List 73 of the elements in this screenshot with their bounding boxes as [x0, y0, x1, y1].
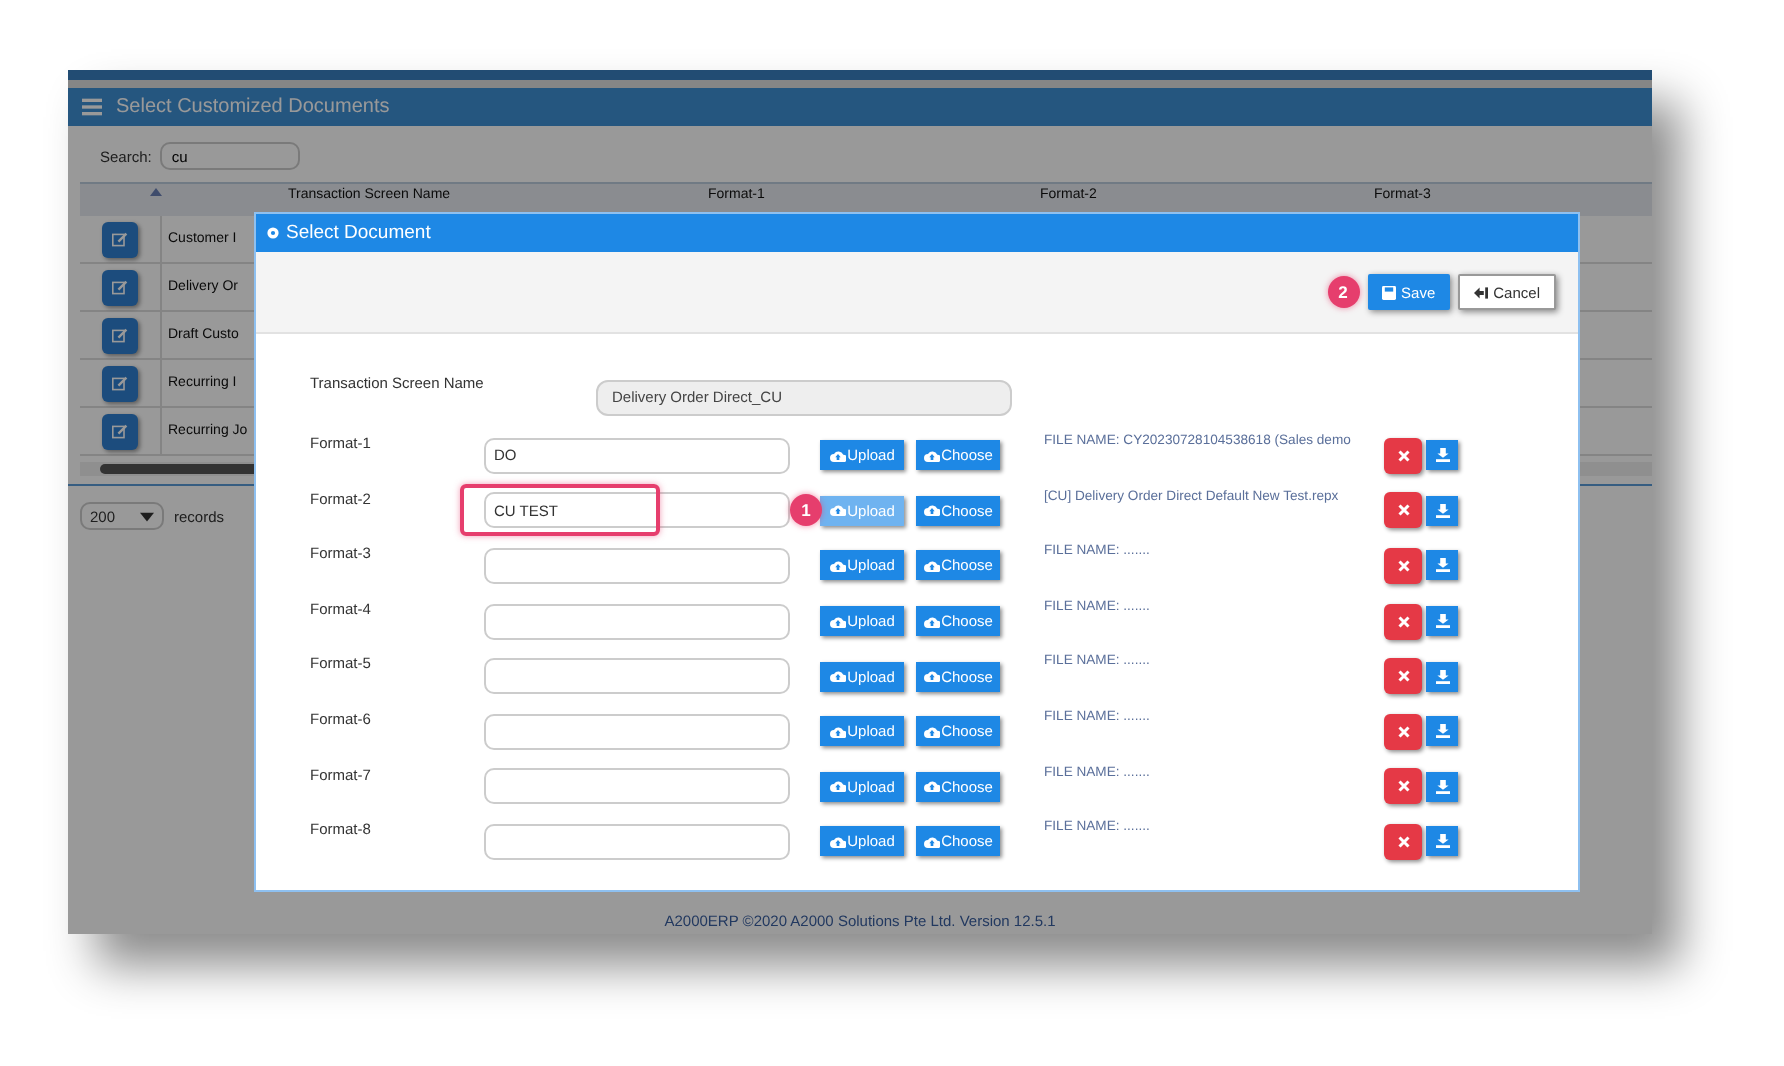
- cloud-upload-icon: [923, 615, 940, 628]
- format-field[interactable]: [484, 823, 790, 860]
- edit-icon: [112, 375, 128, 391]
- delete-button[interactable]: [1384, 823, 1422, 860]
- edit-button[interactable]: [102, 269, 138, 305]
- step-marker: 1: [790, 494, 822, 527]
- edit-icon: [112, 231, 128, 247]
- close-icon: [1397, 835, 1409, 848]
- close-icon: [1397, 780, 1409, 793]
- download-button[interactable]: [1426, 495, 1458, 526]
- delete-button[interactable]: [1384, 658, 1422, 695]
- close-icon: [1397, 449, 1409, 462]
- download-icon: [1435, 614, 1449, 629]
- page-title: Select Customized Documents: [116, 96, 390, 118]
- cloud-upload-icon: [829, 780, 846, 793]
- edit-button[interactable]: [102, 413, 138, 449]
- delete-button[interactable]: [1384, 603, 1422, 640]
- cloud-upload-icon: [923, 449, 940, 462]
- cloud-upload-icon: [923, 670, 940, 683]
- edit-icon: [112, 423, 128, 439]
- download-icon: [1435, 834, 1449, 849]
- step-marker: 2: [1327, 276, 1360, 308]
- download-icon: [1435, 558, 1449, 573]
- format-field[interactable]: [484, 768, 790, 805]
- download-button[interactable]: [1426, 440, 1458, 471]
- edit-button[interactable]: [102, 317, 138, 353]
- edit-icon: [112, 327, 128, 343]
- download-button[interactable]: [1426, 826, 1458, 857]
- cloud-upload-icon: [829, 615, 846, 628]
- cloud-upload-icon: [923, 504, 940, 517]
- dialog-title: Select Document: [286, 222, 431, 244]
- save-icon: [1381, 285, 1396, 299]
- sort-icon[interactable]: [149, 188, 161, 196]
- close-icon: [1397, 670, 1409, 683]
- format-field[interactable]: [484, 713, 790, 750]
- cloud-upload-icon: [829, 559, 846, 572]
- download-icon: [1435, 779, 1449, 794]
- cloud-upload-icon: [829, 504, 846, 517]
- delete-button[interactable]: [1384, 437, 1422, 474]
- download-button[interactable]: [1426, 606, 1458, 637]
- cloud-upload-icon: [923, 559, 940, 572]
- delete-button[interactable]: [1384, 713, 1422, 750]
- menu-icon[interactable]: [82, 98, 102, 116]
- exit-icon: [1473, 285, 1488, 299]
- download-icon: [1435, 448, 1449, 463]
- download-icon: [1435, 669, 1449, 684]
- cloud-upload-icon: [923, 835, 940, 848]
- download-icon: [1435, 724, 1449, 739]
- delete-button[interactable]: [1384, 547, 1422, 584]
- format-field[interactable]: [484, 547, 790, 584]
- download-button[interactable]: [1426, 661, 1458, 692]
- format-field[interactable]: [484, 658, 790, 695]
- cloud-upload-icon: [923, 725, 940, 738]
- caret-icon: [140, 511, 154, 521]
- delete-button[interactable]: [1384, 768, 1422, 805]
- format-field[interactable]: [484, 603, 790, 640]
- download-icon: [1435, 503, 1449, 518]
- download-button[interactable]: [1426, 716, 1458, 747]
- cloud-upload-icon: [829, 449, 846, 462]
- download-button[interactable]: [1426, 550, 1458, 581]
- download-button[interactable]: [1426, 771, 1458, 802]
- delete-button[interactable]: [1384, 492, 1422, 529]
- close-icon: [1397, 725, 1409, 738]
- edit-icon: [112, 279, 128, 295]
- close-icon: [1397, 504, 1409, 517]
- edit-button[interactable]: [102, 365, 138, 401]
- cloud-upload-icon: [829, 670, 846, 683]
- cloud-upload-icon: [829, 835, 846, 848]
- edit-button[interactable]: [102, 221, 138, 257]
- cloud-upload-icon: [829, 725, 846, 738]
- cloud-upload-icon: [923, 780, 940, 793]
- close-icon: [1397, 615, 1409, 628]
- close-icon: [1397, 559, 1409, 572]
